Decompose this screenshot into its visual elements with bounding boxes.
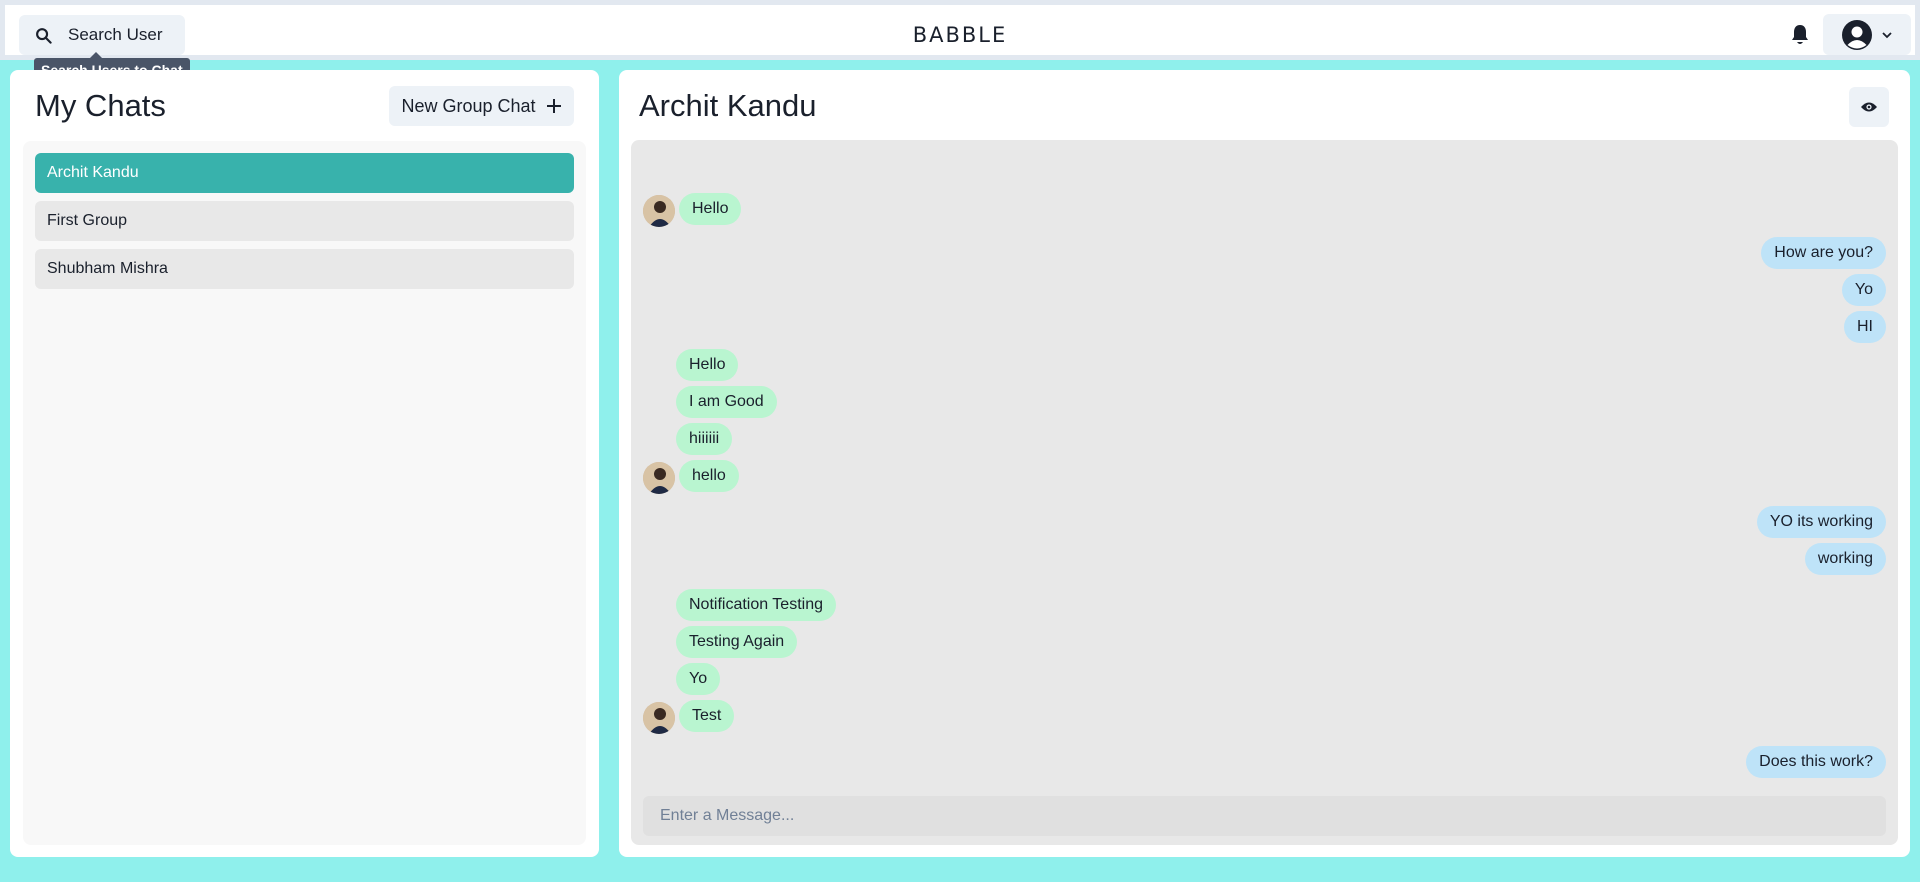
sent-message-bubble: YO its working <box>1756 506 1886 538</box>
message-row: How are you? <box>631 237 1898 269</box>
message-input[interactable] <box>643 796 1886 836</box>
bell-icon <box>1792 25 1808 44</box>
profile-menu-button[interactable] <box>1823 14 1911 55</box>
received-message-bubble: hello <box>679 460 739 492</box>
chat-title: Archit Kandu <box>639 88 817 123</box>
sent-message-bubble: Does this work? <box>1746 746 1886 778</box>
message-row: Hello <box>631 349 1898 381</box>
received-message-bubble: Testing Again <box>676 626 798 658</box>
chat-item-shubham-mishra[interactable]: Shubham Mishra <box>35 249 574 289</box>
received-message-bubble: Hello <box>679 193 742 225</box>
message-row: Yo <box>631 274 1898 306</box>
message-row: Yo <box>631 663 1898 695</box>
top-bar: Search User BABBLE <box>0 0 1920 60</box>
sender-avatar[interactable] <box>643 702 675 734</box>
eye-icon <box>1861 102 1877 112</box>
received-message-bubble: Notification Testing <box>676 589 836 621</box>
message-row: Does this work? <box>631 746 1898 778</box>
received-message-bubble: Hello <box>676 349 739 381</box>
message-row: YO its working <box>631 506 1898 538</box>
chat-list: Archit Kandu First Group Shubham Mishra <box>23 141 586 845</box>
message-row: I am Good <box>631 386 1898 418</box>
message-row: hiiiiii <box>631 423 1898 455</box>
plus-icon <box>546 99 561 113</box>
sent-message-bubble: working <box>1804 543 1886 575</box>
user-avatar-icon <box>1842 19 1872 50</box>
received-message-bubble: I am Good <box>676 386 777 418</box>
messages-area: Hello How are you? Yo HI Hello I am Good hiiii… <box>631 140 1898 845</box>
message-row: Notification Testing <box>631 589 1898 621</box>
chat-item-label: Archit Kandu <box>47 164 139 181</box>
chat-item-archit-kandu[interactable]: Archit Kandu <box>35 153 574 193</box>
notifications-button[interactable] <box>1790 24 1812 46</box>
sent-message-bubble: How are you? <box>1761 237 1886 269</box>
chat-item-first-group[interactable]: First Group <box>35 201 574 241</box>
message-row: HI <box>631 311 1898 343</box>
received-message-bubble: Yo <box>676 663 721 695</box>
sender-avatar[interactable] <box>643 195 675 227</box>
message-row: working <box>631 543 1898 575</box>
my-chats-title: My Chats <box>35 88 166 123</box>
sent-message-bubble: Yo <box>1841 274 1886 306</box>
message-row: Test <box>631 700 1898 734</box>
new-group-chat-button[interactable]: New Group Chat <box>389 86 574 126</box>
message-row: Testing Again <box>631 626 1898 658</box>
view-profile-button[interactable] <box>1849 87 1889 127</box>
chat-item-label: First Group <box>47 212 128 229</box>
sent-message-bubble: HI <box>1844 311 1886 343</box>
app-brand: BABBLE <box>912 23 1008 47</box>
received-message-bubble: Test <box>679 700 735 732</box>
chevron-down-icon <box>1882 31 1892 38</box>
message-row: Hello <box>631 193 1898 227</box>
message-row: hello <box>631 460 1898 494</box>
my-chats-panel: My Chats New Group Chat Archit Kandu Fir… <box>10 70 599 857</box>
received-message-bubble: hiiiiii <box>676 423 733 455</box>
new-group-chat-label: New Group Chat <box>401 95 536 116</box>
sender-avatar[interactable] <box>643 462 675 494</box>
chat-item-label: Shubham Mishra <box>47 260 168 277</box>
chat-panel: Archit Kandu Hello How are you? Yo HI Hello I… <box>619 70 1910 857</box>
